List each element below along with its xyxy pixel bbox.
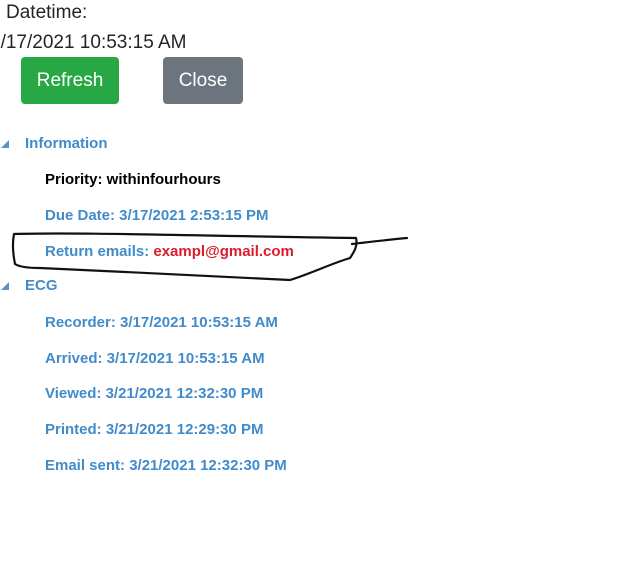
return-emails-label: Return emails: [45,243,154,260]
tree-node-information[interactable]: Information [0,135,108,152]
return-emails-value: exampl@gmail.com [153,243,294,260]
close-button[interactable]: Close [163,57,243,104]
return-emails-item: Return emails: exampl@gmail.com [45,243,294,260]
printed-item: Printed: 3/21/2021 12:29:30 PM [45,421,264,438]
tree-node-ecg-label[interactable]: ECG [25,277,58,294]
caret-down-icon[interactable] [0,281,25,290]
viewed-item: Viewed: 3/21/2021 12:32:30 PM [45,385,264,402]
datetime-value: 4/17/2021 10:53:15 AM [0,32,187,53]
caret-down-icon[interactable] [0,139,25,148]
tree-node-information-label[interactable]: Information [25,135,108,152]
datetime-label: Datetime: [6,2,88,23]
tree-node-ecg[interactable]: ECG [0,277,58,294]
recorder-item: Recorder: 3/17/2021 10:53:15 AM [45,314,278,331]
refresh-button[interactable]: Refresh [21,57,119,104]
due-date-item: Due Date: 3/17/2021 2:53:15 PM [45,207,269,224]
arrived-item: Arrived: 3/17/2021 10:53:15 AM [45,350,265,367]
priority-item: Priority: withinfourhours [45,171,221,188]
email-sent-item: Email sent: 3/21/2021 12:32:30 PM [45,457,287,474]
